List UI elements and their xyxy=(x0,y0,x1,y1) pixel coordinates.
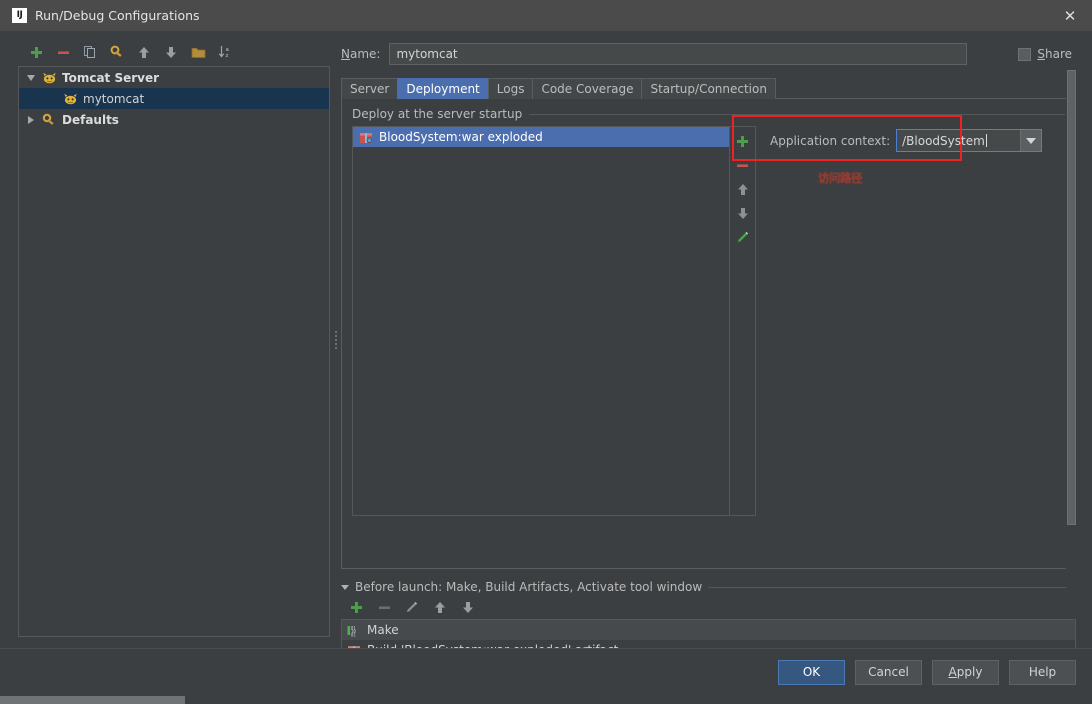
tree-item-label: Tomcat Server xyxy=(62,70,160,85)
close-icon[interactable]: ✕ xyxy=(1048,0,1092,31)
move-up-button[interactable] xyxy=(132,40,156,64)
intellij-logo-icon: IJ xyxy=(12,8,27,23)
scrollbar-thumb[interactable] xyxy=(0,696,185,704)
task-move-down-button[interactable] xyxy=(456,595,480,619)
name-label: Name: xyxy=(341,47,381,61)
remove-task-button[interactable] xyxy=(372,595,396,619)
group-divider xyxy=(529,113,1065,115)
artifact-icon xyxy=(359,131,373,144)
tree-item-tomcat-server[interactable]: Tomcat Server xyxy=(19,67,329,88)
svg-text:z: z xyxy=(225,53,228,59)
tree-toolbar: a z xyxy=(18,40,330,64)
dialog-body: a z Tomcat Server mytomcat Defaults Name… xyxy=(0,31,1092,659)
configurations-tree-panel: a z Tomcat Server mytomcat Defaults xyxy=(18,40,330,637)
before-launch-section: Before launch: Make, Build Artifacts, Ac… xyxy=(341,579,1076,659)
edit-task-button[interactable] xyxy=(400,595,424,619)
share-checkbox[interactable] xyxy=(1018,47,1032,61)
sort-az-button[interactable]: a z xyxy=(213,40,237,64)
tabs-filler xyxy=(774,77,1076,99)
edit-artifact-button[interactable] xyxy=(732,225,754,249)
add-artifact-button[interactable] xyxy=(732,129,754,153)
tree-item-mytomcat[interactable]: mytomcat xyxy=(19,88,329,109)
before-launch-header[interactable]: Before launch: Make, Build Artifacts, Ac… xyxy=(341,579,1076,595)
titlebar-left: IJ Run/Debug Configurations xyxy=(0,8,1048,23)
deployment-tab-panel: Deploy at the server startup BloodSystem… xyxy=(341,99,1076,569)
share-checkbox-group[interactable]: Share xyxy=(976,47,1076,61)
ok-button[interactable]: OK xyxy=(778,660,845,685)
collapse-icon xyxy=(341,584,349,590)
deployment-artifacts-list[interactable]: BloodSystem:war exploded xyxy=(352,126,730,516)
list-item[interactable]: 01 10 01 Make xyxy=(342,620,1075,640)
name-input[interactable] xyxy=(389,43,967,65)
task-move-up-button[interactable] xyxy=(428,595,452,619)
tree-item-label: Defaults xyxy=(62,112,119,127)
chevron-down-icon[interactable] xyxy=(1020,130,1042,151)
group-divider xyxy=(708,586,1076,588)
before-launch-title: Before launch: Make, Build Artifacts, Ac… xyxy=(355,580,703,594)
tab-logs[interactable]: Logs xyxy=(487,78,534,99)
tree-item-defaults[interactable]: Defaults xyxy=(19,109,329,130)
add-task-button[interactable] xyxy=(344,595,368,619)
panel-splitter[interactable] xyxy=(332,31,341,648)
cancel-button[interactable]: Cancel xyxy=(855,660,922,685)
tab-startup-connection[interactable]: Startup/Connection xyxy=(641,78,776,99)
application-context-area: Application context: /BloodSystem 访问路径 xyxy=(732,115,1043,185)
window-titlebar: IJ Run/Debug Configurations ✕ xyxy=(0,0,1092,32)
add-configuration-button[interactable] xyxy=(24,40,48,64)
tab-code-coverage[interactable]: Code Coverage xyxy=(532,78,643,99)
config-tabs[interactable]: Server Deployment Logs Code Coverage Sta… xyxy=(341,77,1076,99)
before-launch-toolbar xyxy=(341,595,1076,619)
remove-configuration-button[interactable] xyxy=(51,40,75,64)
deploy-group-label: Deploy at the server startup xyxy=(352,107,523,121)
application-context-row: Application context: /BloodSystem xyxy=(770,129,1043,152)
deploy-group-title: Deploy at the server startup xyxy=(352,107,1065,121)
remove-artifact-button[interactable] xyxy=(732,153,754,177)
window-horizontal-scrollbar[interactable] xyxy=(0,696,1092,704)
copy-configuration-button[interactable] xyxy=(78,40,102,64)
configurations-tree[interactable]: Tomcat Server mytomcat Defaults xyxy=(18,66,330,637)
share-label: Share xyxy=(1037,47,1072,61)
application-context-label: Application context: xyxy=(770,133,891,148)
annotation-note: 访问路径 xyxy=(818,171,863,185)
artifact-move-down-button[interactable] xyxy=(732,201,754,225)
config-panel-scrollbar[interactable] xyxy=(1066,70,1077,607)
svg-text:01: 01 xyxy=(351,632,356,637)
tab-server[interactable]: Server xyxy=(341,78,399,99)
save-wrench-icon[interactable] xyxy=(105,40,129,64)
tomcat-icon xyxy=(42,71,57,85)
dialog-footer: OK Cancel Apply Help xyxy=(0,648,1092,696)
tab-deployment[interactable]: Deployment xyxy=(397,78,489,99)
artifact-label: BloodSystem:war exploded xyxy=(379,130,543,144)
configuration-editor-panel: Name: Share Server Deployment Logs Code … xyxy=(341,40,1077,659)
splitter-grip-icon xyxy=(335,329,338,351)
task-label: Make xyxy=(367,623,399,637)
name-row: Name: Share xyxy=(341,42,1076,66)
expand-collapse-icon[interactable] xyxy=(25,74,37,81)
scrollbar-thumb[interactable] xyxy=(1067,70,1076,525)
deployment-list-actions xyxy=(730,126,756,516)
tree-item-label: mytomcat xyxy=(83,91,145,106)
list-item[interactable]: BloodSystem:war exploded xyxy=(353,127,729,147)
window-title: Run/Debug Configurations xyxy=(35,8,200,23)
application-context-combobox[interactable]: /BloodSystem xyxy=(896,129,1043,152)
artifact-move-up-button[interactable] xyxy=(732,177,754,201)
help-button[interactable]: Help xyxy=(1009,660,1076,685)
application-context-input[interactable]: /BloodSystem xyxy=(897,130,1020,151)
application-context-value: /BloodSystem xyxy=(902,133,985,148)
run-debug-configurations-dialog: IJ Run/Debug Configurations ✕ a z Tomcat… xyxy=(0,0,1092,704)
make-icon: 01 10 01 xyxy=(347,624,361,637)
apply-button[interactable]: Apply xyxy=(932,660,999,685)
create-folder-button[interactable] xyxy=(186,40,210,64)
move-down-button[interactable] xyxy=(159,40,183,64)
tomcat-icon xyxy=(63,92,78,106)
expand-collapse-icon[interactable] xyxy=(25,115,37,124)
deploy-area: BloodSystem:war exploded Application con… xyxy=(352,115,1065,516)
defaults-icon xyxy=(42,113,57,127)
